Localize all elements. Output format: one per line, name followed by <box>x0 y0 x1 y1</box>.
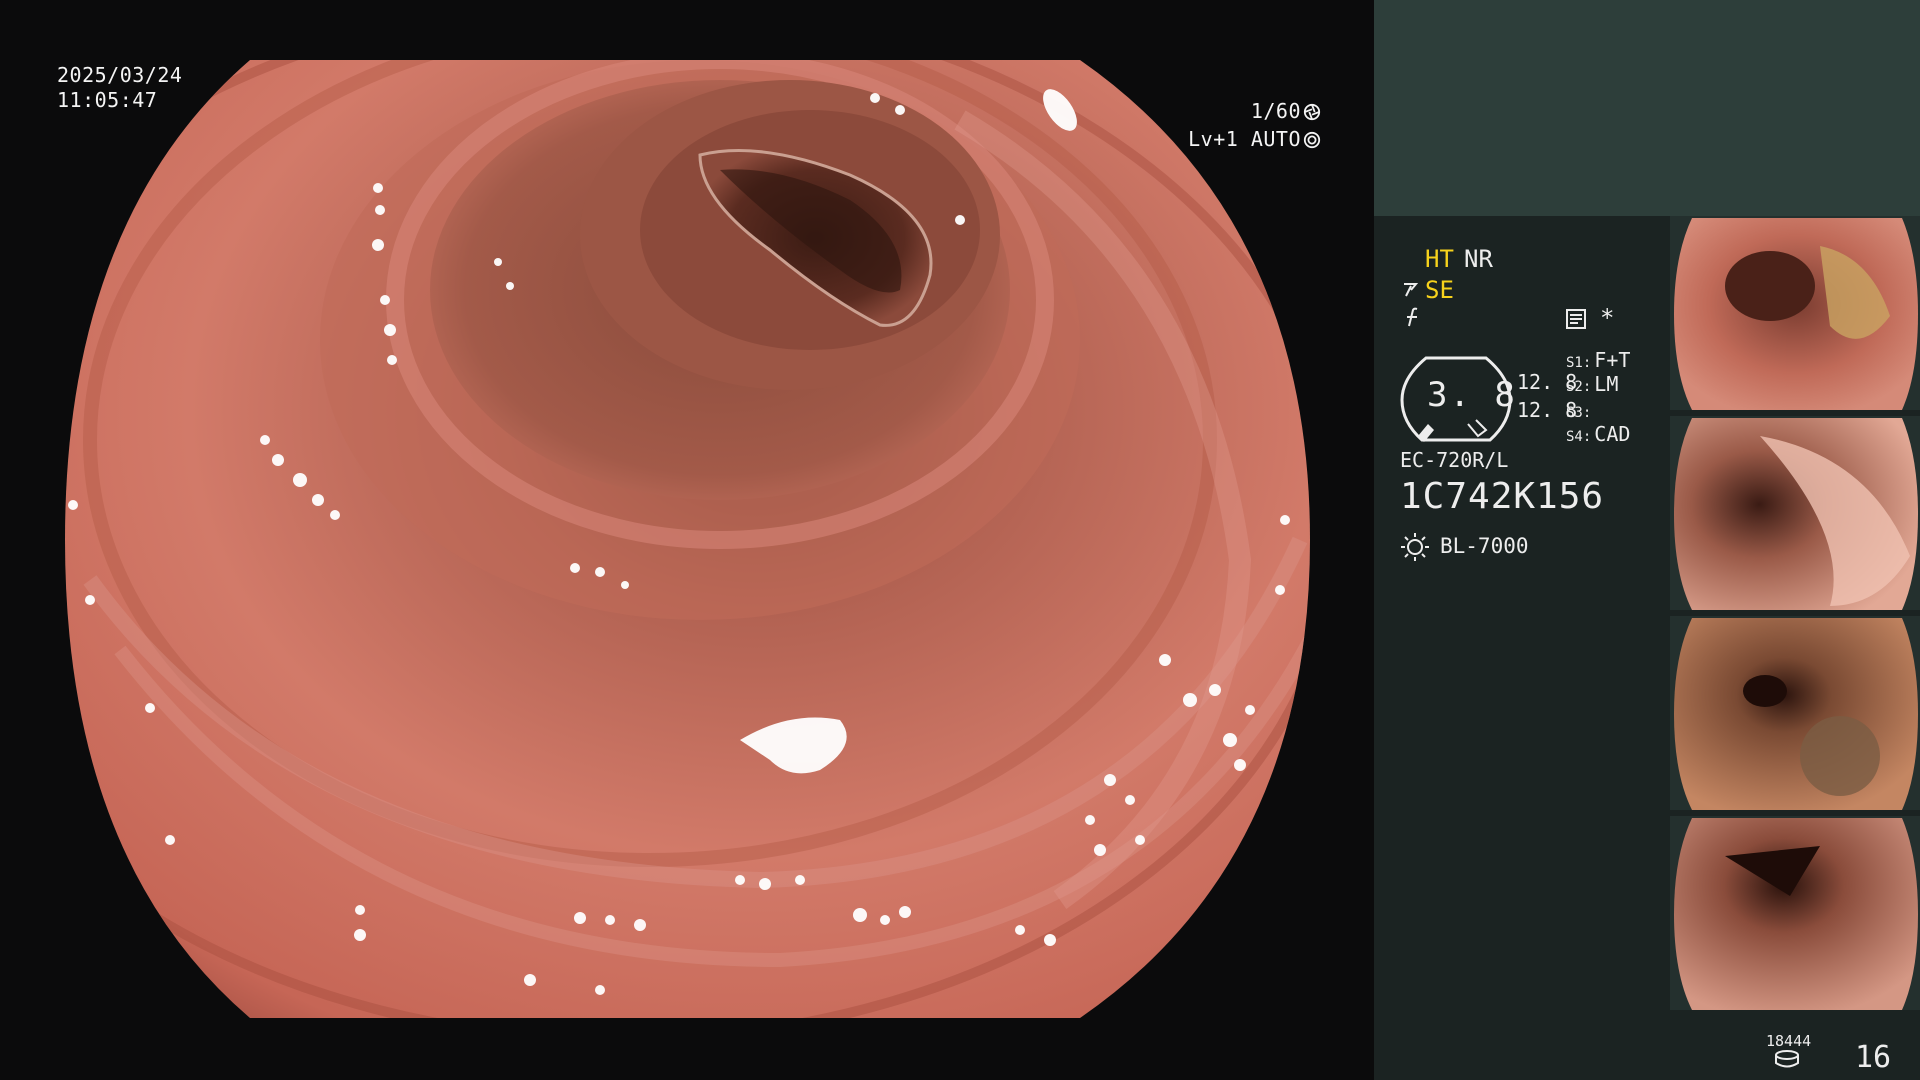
page-number: 16 <box>1855 1040 1892 1075</box>
brightness-level: Lv+1 <box>1188 127 1239 151</box>
info-panel: HT NR SE * 3. 8 12. 8 12. 8 S1: F+T S2: LM… <box>1374 0 1920 1080</box>
slot-key: S2: <box>1566 379 1592 395</box>
slot-value: CAD <box>1594 422 1631 446</box>
thumbnail-image <box>1674 818 1918 1010</box>
thumbnail-3[interactable] <box>1670 616 1920 813</box>
memo-icon <box>1566 309 1586 329</box>
scope-angle-icon <box>1404 283 1419 297</box>
endoscope-image <box>65 60 1310 1018</box>
mode-se: SE <box>1425 276 1454 304</box>
thumbnail-divider <box>1670 1010 1920 1013</box>
slot-s2: S2: LM <box>1566 372 1618 396</box>
mode-nr: NR <box>1464 245 1493 273</box>
slot-s1: S1: F+T <box>1566 348 1630 372</box>
level-row: Lv+1 AUTO <box>1061 127 1321 152</box>
shutter-row: 1/60 <box>1061 99 1321 124</box>
structure-enhance-icon <box>1407 307 1418 327</box>
thumbnail-image <box>1674 618 1918 810</box>
thumbnail-divider <box>1670 810 1920 813</box>
thumbnail-divider <box>1670 410 1920 413</box>
slot-s3: S3: <box>1566 398 1594 422</box>
sun-icon <box>1401 533 1429 561</box>
slot-value: F+T <box>1594 348 1631 372</box>
thumbnail-4[interactable] <box>1670 816 1920 1013</box>
slot-value: LM <box>1594 372 1619 396</box>
thumbnail-2[interactable] <box>1670 416 1920 613</box>
endoscopy-screen: 2025/03/24 11:05:47 1/60 Lv+1 AUTO HT NR… <box>0 0 1920 1080</box>
scope-model: EC-720R/L <box>1400 448 1509 472</box>
scope-serial: 1C742K156 <box>1400 476 1605 517</box>
time-readout: 11:05:47 <box>57 88 158 112</box>
star-marker: * <box>1600 304 1615 332</box>
mode-ht: HT <box>1425 245 1454 273</box>
date-readout: 2025/03/24 <box>57 63 183 87</box>
light-source: BL-7000 <box>1440 534 1529 558</box>
thumbnail-image <box>1674 418 1918 610</box>
thumbnail-strip <box>1670 216 1920 1020</box>
image-count: 18444 <box>1766 1032 1812 1050</box>
gauge-value: 3. 8 <box>1427 375 1517 415</box>
storage-disk-icon <box>1775 1050 1799 1068</box>
slot-key: S4: <box>1566 429 1592 445</box>
iris-mode: AUTO <box>1250 127 1301 151</box>
panel-top-band <box>1374 0 1920 216</box>
slot-key: S1: <box>1566 355 1592 371</box>
iris-icon <box>1303 131 1321 149</box>
slot-key: S3: <box>1566 405 1592 421</box>
endoscope-video-view: 2025/03/24 11:05:47 1/60 Lv+1 AUTO <box>0 0 1374 1080</box>
aperture-icon <box>1303 103 1321 121</box>
thumbnail-image <box>1674 218 1918 410</box>
thumbnail-1[interactable] <box>1670 216 1920 413</box>
slot-s4: S4: CAD <box>1566 422 1630 446</box>
shutter-speed: 1/60 <box>1250 99 1301 123</box>
thumbnail-divider <box>1670 610 1920 613</box>
